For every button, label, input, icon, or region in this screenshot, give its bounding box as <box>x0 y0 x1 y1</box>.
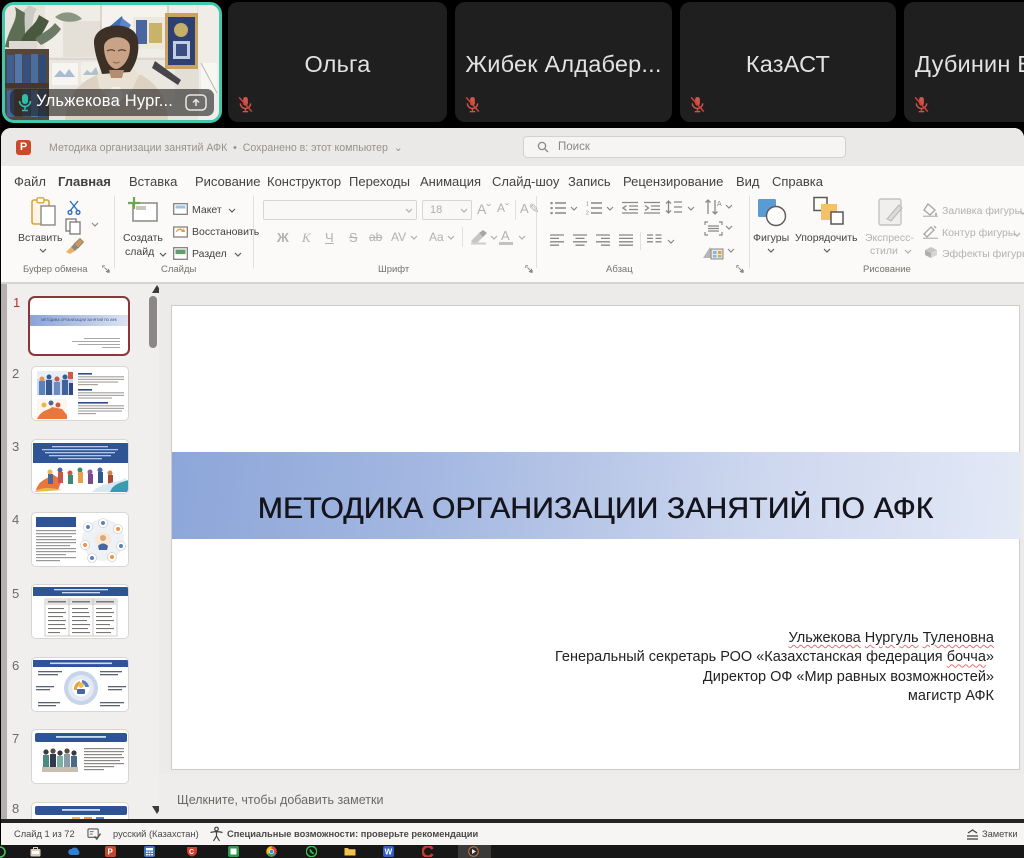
svg-text:1: 1 <box>586 202 589 208</box>
svg-text:A: A <box>717 201 722 208</box>
svg-text:2: 2 <box>586 211 589 216</box>
svg-text:P: P <box>108 848 114 857</box>
svg-text:W: W <box>385 848 393 857</box>
svg-text:C: C <box>189 849 194 856</box>
